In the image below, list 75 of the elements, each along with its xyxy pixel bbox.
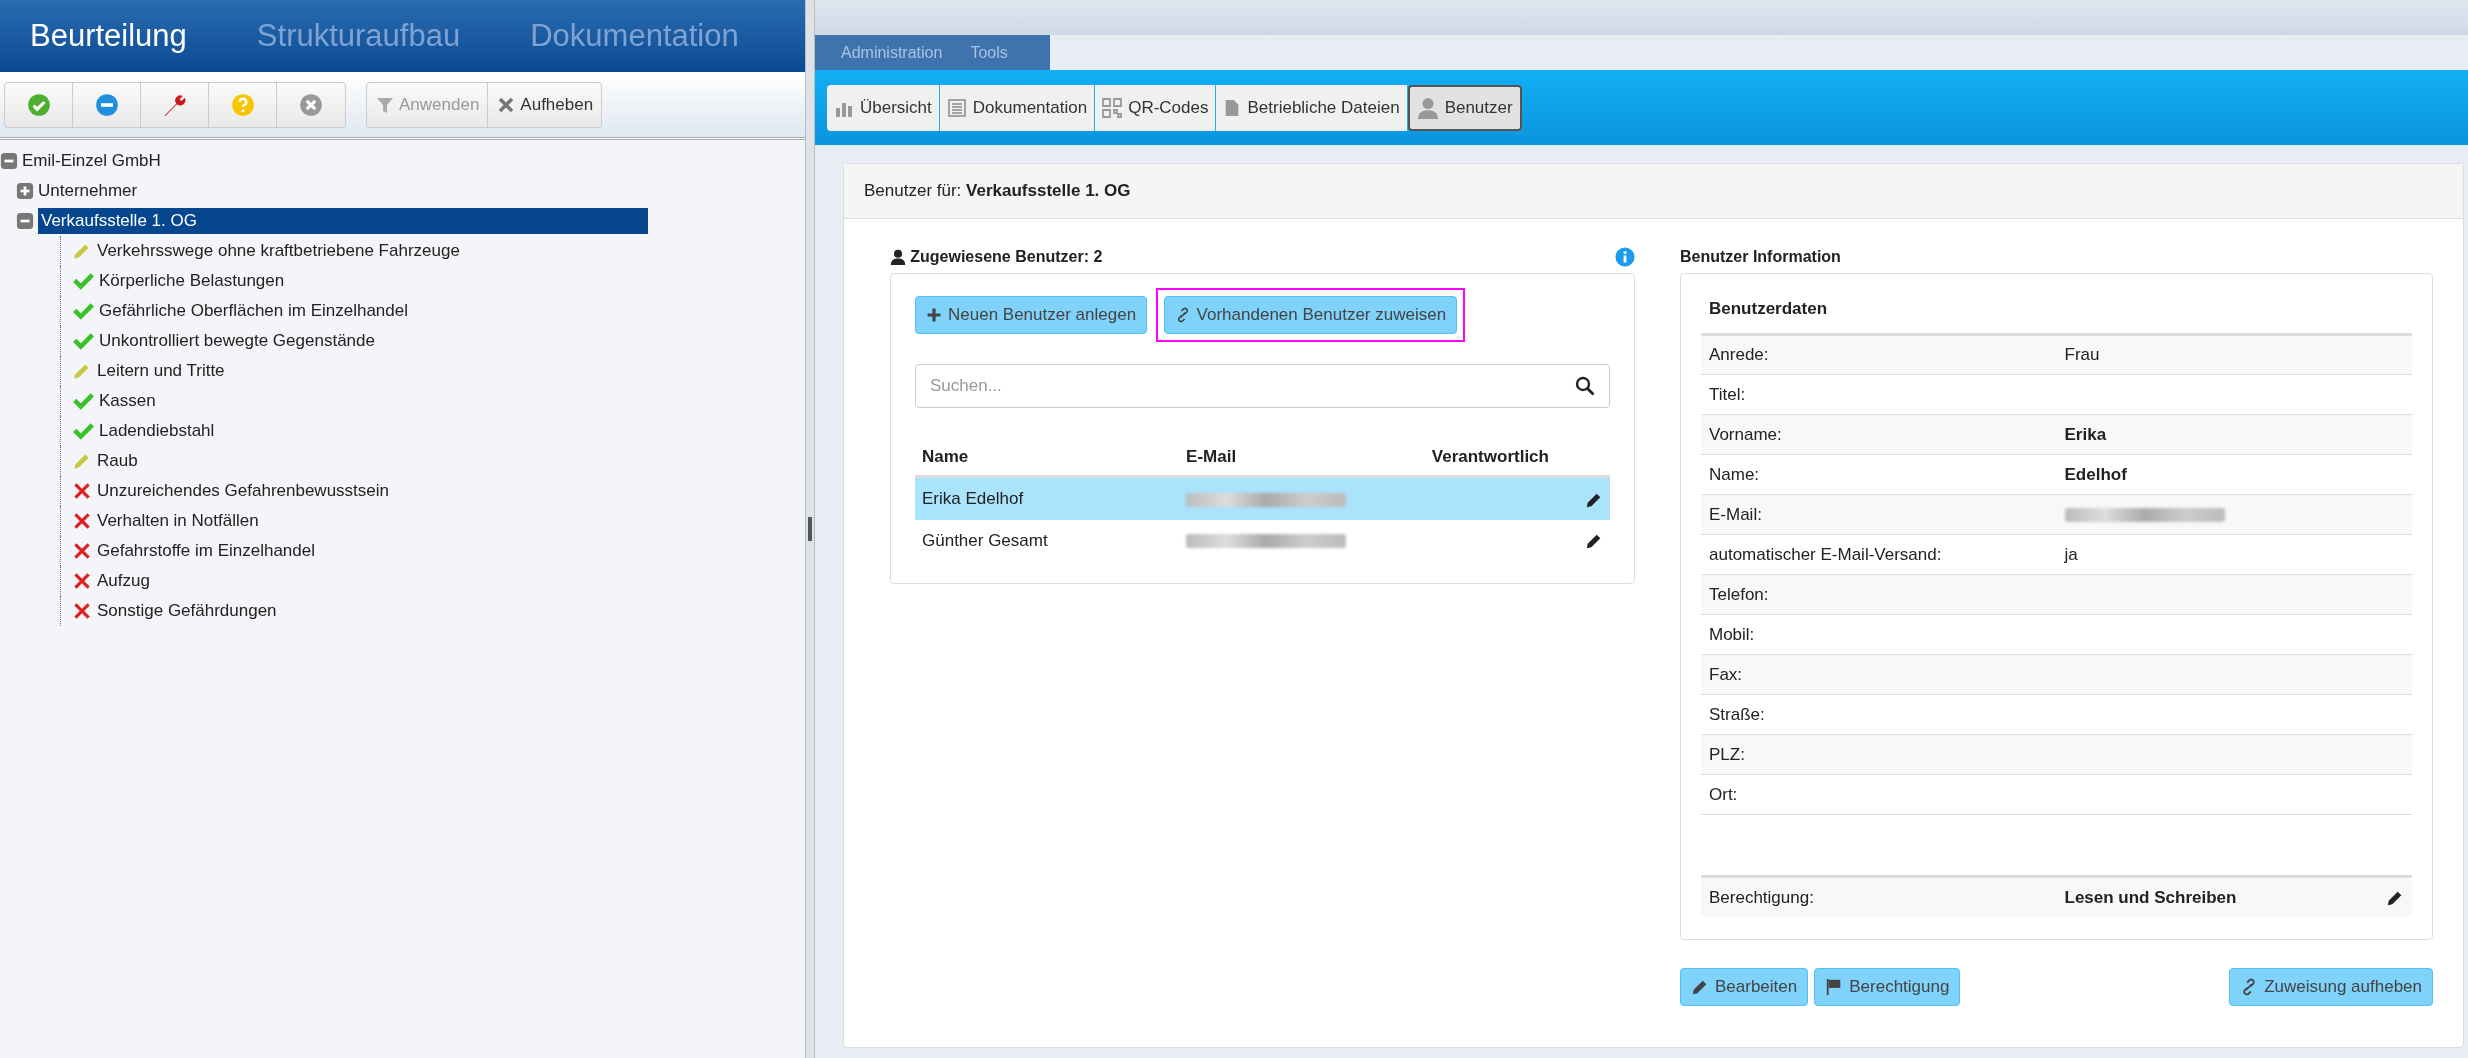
tree-item[interactable]: Körperliche Belastungen	[99, 268, 285, 294]
field-label: Fax:	[1701, 654, 2057, 695]
main-tab[interactable]: Beurteilung	[30, 12, 187, 60]
user-row[interactable]: Erika Edelhof	[915, 476, 1610, 520]
field-label: Anrede:	[1701, 334, 2057, 375]
module-tab[interactable]: Dokumentation	[939, 84, 1096, 131]
module-tab[interactable]: Benutzer	[1407, 84, 1522, 131]
tree-item[interactable]: Unzureichendes Gefahrenbewusstsein	[97, 478, 389, 504]
tree-item[interactable]: Aufzug	[97, 568, 150, 594]
field-value: Edelhof	[2064, 464, 2127, 484]
tree-item[interactable]: Gefahrstoffe im Einzelhandel	[97, 538, 315, 564]
check-circle-icon	[26, 92, 51, 117]
cross-icon	[71, 570, 93, 592]
table-cell: Erika Edelhof	[915, 476, 1180, 520]
field-label: Telefon:	[1701, 574, 2057, 615]
tree-item[interactable]: Verkaufsstelle 1. OG	[38, 208, 648, 234]
collapse-icon[interactable]	[0, 152, 18, 170]
clear-filter-button[interactable]: Aufheben	[488, 82, 602, 127]
field-value: Frau	[2064, 345, 2100, 365]
module-tab[interactable]: QR-Codes	[1095, 84, 1217, 131]
section-heading: Zugewiesene Benutzer: 2	[910, 246, 1103, 267]
field-value: Erika	[2064, 424, 2107, 444]
edit-button[interactable]: Bearbeiten	[1680, 967, 1809, 1006]
user-icon	[1416, 96, 1439, 119]
assign-user-button[interactable]: Vorhandenen Benutzer zuweisen	[1163, 295, 1458, 334]
field-label: PLZ:	[1701, 734, 2057, 775]
module-tab[interactable]: Betriebliche Dateien	[1216, 84, 1408, 131]
field-label: Vorname:	[1701, 414, 2057, 455]
list-icon	[946, 97, 967, 118]
tree-item[interactable]: Unternehmer	[38, 178, 138, 204]
qr-code-icon	[1102, 97, 1123, 118]
tree-item[interactable]: Unkontrolliert bewegte Gegenstände	[99, 328, 375, 354]
cross-icon	[71, 480, 93, 502]
field-label: Berechtigung:	[1701, 876, 2057, 917]
field-label: Ort:	[1701, 774, 2057, 815]
cross-icon	[71, 510, 93, 532]
plus-icon	[926, 306, 942, 323]
checkmark-icon	[71, 270, 95, 292]
module-tab[interactable]: Übersicht	[827, 84, 940, 131]
cross-circle-icon	[299, 92, 323, 117]
collapse-icon[interactable]	[16, 212, 34, 230]
info-icon	[1615, 246, 1635, 267]
table-cell: Günther Gesamt	[915, 519, 1180, 561]
field-value: Lesen und Schreiben	[2056, 876, 2358, 917]
cross-icon	[71, 600, 93, 622]
edit-icon	[2386, 889, 2404, 907]
tree-item[interactable]: Emil-Einzel GmbH	[22, 148, 161, 174]
tree-item[interactable]: Leitern und Tritte	[97, 358, 225, 384]
new-user-button[interactable]: Neuen Benutzer anlegen	[915, 295, 1148, 334]
tree-item[interactable]: Verhalten in Notfällen	[97, 508, 259, 534]
tree-item[interactable]: Verkehrsswege ohne kraftbetriebene Fahrzeuge	[97, 238, 460, 264]
tree-item[interactable]: Gefährliche Oberflächen im Einzelhandel	[99, 298, 408, 324]
panel-title: Benutzer für: Verkaufsstelle 1. OG	[844, 164, 2463, 219]
edit-icon	[1585, 532, 1603, 550]
checkmark-icon	[71, 420, 95, 442]
expand-icon[interactable]	[16, 182, 34, 200]
checkmark-icon	[71, 390, 95, 412]
splitter-handle[interactable]	[808, 517, 812, 541]
search-icon	[1575, 375, 1595, 396]
checkmark-icon	[71, 330, 95, 352]
unassign-button[interactable]: Zuweisung aufheben	[2229, 967, 2433, 1006]
minus-circle-icon	[94, 92, 119, 117]
tree-item[interactable]: Kassen	[99, 388, 156, 414]
tree-item[interactable]: Ladendiebstahl	[99, 418, 215, 444]
field-value: ja	[2064, 544, 2078, 564]
question-circle-icon	[230, 92, 255, 117]
cross-icon	[71, 540, 93, 562]
tree-item[interactable]: Sonstige Gefährdungen	[97, 598, 277, 624]
user-row[interactable]: Günther Gesamt	[915, 519, 1610, 561]
checkmark-icon	[71, 300, 95, 322]
field-label: E-Mail:	[1701, 494, 2057, 535]
permission-button[interactable]: Berechtigung	[1814, 967, 1961, 1006]
section-heading: Benutzer Information	[1680, 246, 1842, 267]
tree-item[interactable]: Raub	[97, 448, 138, 474]
user-icon	[890, 248, 906, 265]
